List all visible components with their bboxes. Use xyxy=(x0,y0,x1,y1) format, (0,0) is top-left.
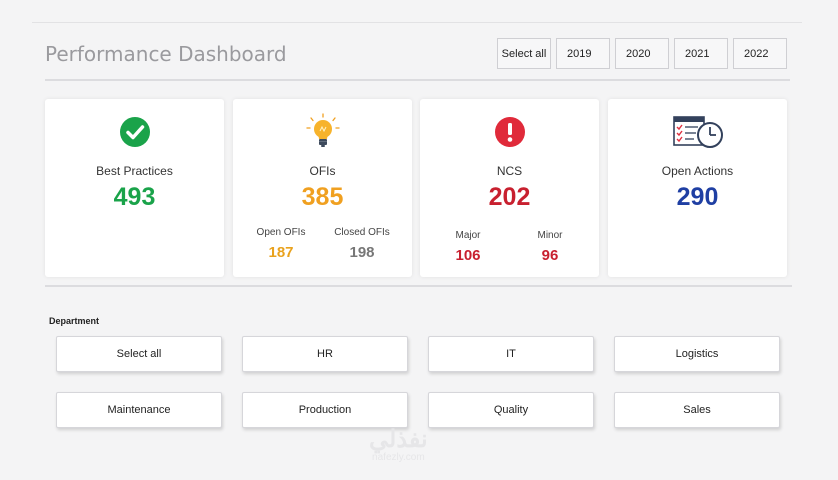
dept-it-button[interactable]: IT xyxy=(428,336,594,372)
year-select-all-button[interactable]: Select all xyxy=(497,38,551,69)
open-actions-card: Open Actions 290 xyxy=(608,99,787,277)
top-divider xyxy=(32,22,802,23)
major-stat: Major 106 xyxy=(433,230,503,264)
check-circle-icon xyxy=(45,113,224,151)
major-label: Major xyxy=(455,230,481,241)
watermark-arabic: نفذلي xyxy=(369,426,428,453)
dept-hr-button[interactable]: HR xyxy=(242,336,408,372)
page-title: Performance Dashboard xyxy=(45,42,287,66)
ofis-label: OFIs xyxy=(309,164,336,178)
dept-select-all-button[interactable]: Select all xyxy=(56,336,222,372)
closed-ofis-value: 198 xyxy=(349,244,375,261)
open-ofis-value: 187 xyxy=(268,244,294,261)
ofis-value: 385 xyxy=(301,183,344,211)
watermark: نفذلي nafezly.com xyxy=(369,425,428,463)
best-practices-card: Best Practices 493 xyxy=(45,99,224,277)
department-label: Department xyxy=(49,316,100,326)
ofis-card: OFIs 385 Open OFIs 187 Closed OFIs 198 xyxy=(233,99,412,277)
open-ofis-label: Open OFIs xyxy=(256,227,306,238)
cards-divider xyxy=(45,285,792,287)
year-filter: Select all 2019 2020 2021 2022 xyxy=(497,38,787,69)
ncs-value: 202 xyxy=(488,183,531,211)
lightbulb-icon xyxy=(233,113,412,151)
ncs-label: NCS xyxy=(496,164,523,178)
best-practices-label: Best Practices xyxy=(96,164,173,178)
dept-production-button[interactable]: Production xyxy=(242,392,408,428)
closed-ofis-stat: Closed OFIs 198 xyxy=(327,227,397,261)
minor-label: Minor xyxy=(537,230,563,241)
year-2022-button[interactable]: 2022 xyxy=(733,38,787,69)
open-actions-value: 290 xyxy=(676,183,719,211)
open-actions-label: Open Actions xyxy=(661,164,734,178)
year-2021-button[interactable]: 2021 xyxy=(674,38,728,69)
dept-logistics-button[interactable]: Logistics xyxy=(614,336,780,372)
checklist-clock-icon xyxy=(608,113,787,151)
open-ofis-stat: Open OFIs 187 xyxy=(246,227,316,261)
year-2020-button[interactable]: 2020 xyxy=(615,38,669,69)
year-2019-button[interactable]: 2019 xyxy=(556,38,610,69)
dept-sales-button[interactable]: Sales xyxy=(614,392,780,428)
header-divider xyxy=(45,79,790,81)
exclamation-circle-icon xyxy=(420,113,599,151)
dept-maintenance-button[interactable]: Maintenance xyxy=(56,392,222,428)
dept-quality-button[interactable]: Quality xyxy=(428,392,594,428)
watermark-latin: nafezly.com xyxy=(372,452,425,463)
minor-value: 96 xyxy=(541,247,559,264)
ncs-card: NCS 202 Major 106 Minor 96 xyxy=(420,99,599,277)
minor-stat: Minor 96 xyxy=(515,230,585,264)
best-practices-value: 493 xyxy=(113,183,156,211)
closed-ofis-label: Closed OFIs xyxy=(334,227,390,238)
major-value: 106 xyxy=(455,247,481,264)
